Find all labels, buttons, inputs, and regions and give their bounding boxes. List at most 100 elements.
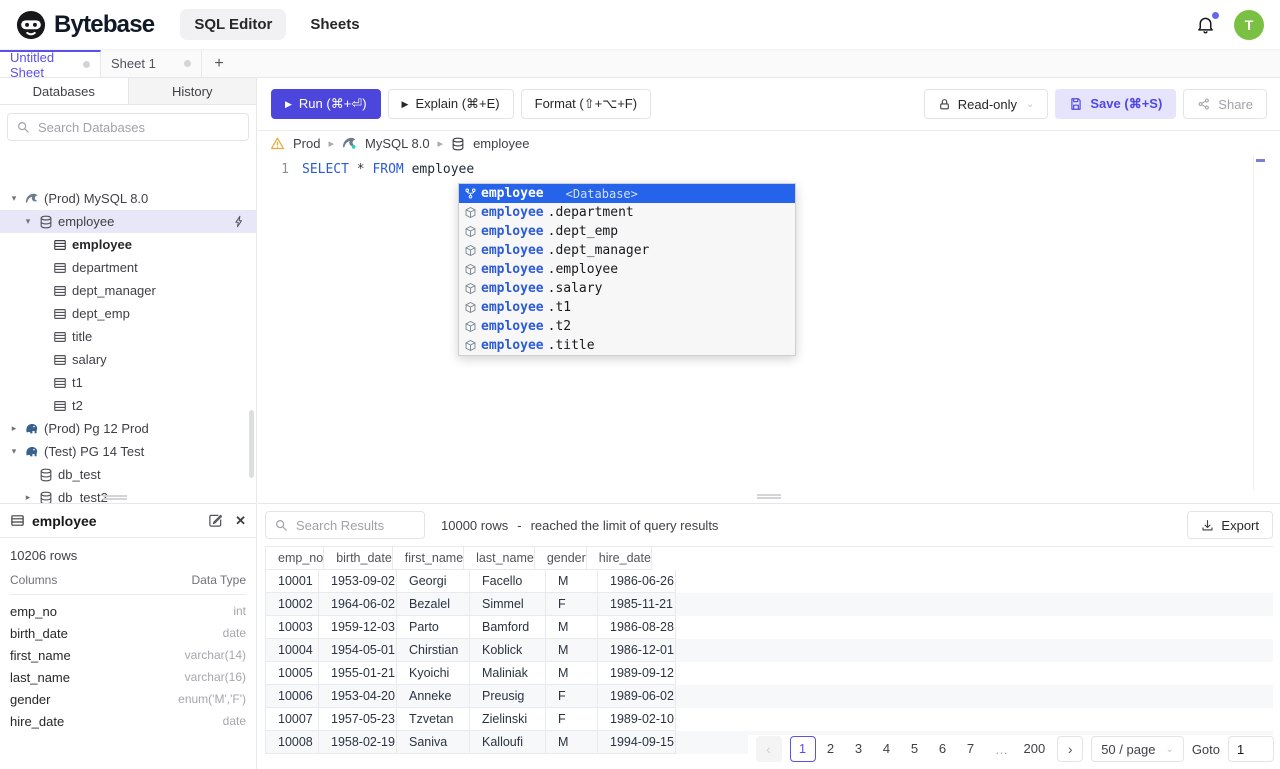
share-button[interactable]: Share <box>1183 89 1267 119</box>
cell-gender[interactable]: F <box>546 593 598 616</box>
cell-last-name[interactable]: Koblick <box>470 639 546 662</box>
page-number[interactable]: 4 <box>874 736 900 762</box>
cell-emp-no[interactable]: 10002 <box>266 593 319 616</box>
cell-hire-date[interactable]: 1986-12-01 <box>598 639 676 662</box>
autocomplete-item[interactable]: employee <Database> <box>459 184 795 203</box>
autocomplete-item[interactable]: employee .salary <box>459 279 795 298</box>
autocomplete-item[interactable]: employee .dept_manager <box>459 241 795 260</box>
tree-item-table-dept-emp[interactable]: dept_emp <box>0 302 256 325</box>
cell-emp-no[interactable]: 10008 <box>266 731 319 754</box>
cell-birth-date[interactable]: 1955-01-21 <box>319 662 397 685</box>
sql-code-editor[interactable]: 1 SELECT * FROM employee employee <Datab… <box>258 156 1280 490</box>
cell-first-name[interactable]: Anneke <box>397 685 470 708</box>
tab-history[interactable]: History <box>128 78 256 104</box>
cell-hire-date[interactable]: 1986-08-28 <box>598 616 676 639</box>
cell-last-name[interactable]: Bamford <box>470 616 546 639</box>
tab-databases[interactable]: Databases <box>0 78 129 104</box>
cell-first-name[interactable]: Kyoichi <box>397 662 470 685</box>
nav-sheets[interactable]: Sheets <box>296 9 373 40</box>
tree-item-mysql-instance[interactable]: ▾ (Prod) MySQL 8.0 <box>0 187 256 210</box>
cell-last-name[interactable]: Simmel <box>470 593 546 616</box>
cell-first-name[interactable]: Tzvetan <box>397 708 470 731</box>
page-number-last[interactable]: 200 <box>1020 736 1050 762</box>
avatar[interactable]: T <box>1234 9 1264 40</box>
tree-item-table-t1[interactable]: t1 <box>0 371 256 394</box>
sidebar-scrollbar[interactable] <box>249 410 254 478</box>
cell-emp-no[interactable]: 10001 <box>266 570 319 593</box>
column-header[interactable]: emp_no <box>266 547 325 570</box>
tree-item-table-dept-manager[interactable]: dept_manager <box>0 279 256 302</box>
column-header[interactable]: birth_date <box>324 547 393 570</box>
tree-item-db-test[interactable]: db_test <box>0 463 256 486</box>
prev-page-button[interactable]: ‹ <box>755 736 782 762</box>
cell-hire-date[interactable]: 1989-06-02 <box>598 685 676 708</box>
autocomplete-item[interactable]: employee .t1 <box>459 298 795 317</box>
cell-hire-date[interactable]: 1989-02-10 <box>598 708 676 731</box>
search-databases-input[interactable] <box>36 118 240 136</box>
cell-birth-date[interactable]: 1953-09-02 <box>319 570 397 593</box>
breadcrumb-instance[interactable]: MySQL 8.0 <box>365 136 430 151</box>
next-page-button[interactable]: › <box>1057 736 1084 762</box>
tree-item-table-t2[interactable]: t2 <box>0 394 256 417</box>
search-results-input[interactable] <box>294 516 416 534</box>
column-header[interactable]: gender <box>534 547 587 570</box>
column-header[interactable]: last_name <box>464 547 535 570</box>
cell-emp-no[interactable]: 10006 <box>266 685 319 708</box>
cell-gender[interactable]: F <box>546 708 598 731</box>
tree-item-pg14-instance[interactable]: ▾ (Test) PG 14 Test <box>0 440 256 463</box>
autocomplete-item[interactable]: employee .title <box>459 336 795 355</box>
edit-icon[interactable] <box>208 513 223 528</box>
cell-gender[interactable]: M <box>546 662 598 685</box>
cell-emp-no[interactable]: 10003 <box>266 616 319 639</box>
tree-item-employee-database[interactable]: ▾ employee <box>0 210 256 233</box>
cell-emp-no[interactable]: 10005 <box>266 662 319 685</box>
tree-item-pg12-instance[interactable]: ▸ (Prod) Pg 12 Prod <box>0 417 256 440</box>
cell-hire-date[interactable]: 1985-11-21 <box>598 593 676 616</box>
cell-birth-date[interactable]: 1953-04-20 <box>319 685 397 708</box>
page-size-select[interactable]: 50 / page ⌄ <box>1091 736 1184 762</box>
cell-emp-no[interactable]: 10004 <box>266 639 319 662</box>
cell-hire-date[interactable]: 1986-06-26 <box>598 570 676 593</box>
breadcrumb-environment[interactable]: Prod <box>293 136 320 151</box>
cell-last-name[interactable]: Maliniak <box>470 662 546 685</box>
run-button[interactable]: ▶ Run (⌘+⏎) <box>271 89 381 119</box>
column-header[interactable]: hire_date <box>586 547 652 570</box>
cell-birth-date[interactable]: 1954-05-01 <box>319 639 397 662</box>
cell-hire-date[interactable]: 1994-09-15 <box>598 731 676 754</box>
cell-gender[interactable]: M <box>546 639 598 662</box>
cell-first-name[interactable]: Bezalel <box>397 593 470 616</box>
page-number[interactable]: 3 <box>846 736 872 762</box>
explain-button[interactable]: ▶ Explain (⌘+E) <box>387 89 514 119</box>
cell-gender[interactable]: M <box>546 731 598 754</box>
page-number[interactable]: 6 <box>930 736 956 762</box>
cell-last-name[interactable]: Facello <box>470 570 546 593</box>
tree-item-table-title[interactable]: title <box>0 325 256 348</box>
add-sheet-button[interactable]: + <box>202 50 236 77</box>
export-button[interactable]: Export <box>1187 511 1273 539</box>
cell-first-name[interactable]: Chirstian <box>397 639 470 662</box>
goto-page-input[interactable] <box>1228 736 1274 762</box>
cell-birth-date[interactable]: 1958-02-19 <box>319 731 397 754</box>
tree-item-table-salary[interactable]: salary <box>0 348 256 371</box>
page-number[interactable]: 1 <box>789 736 816 762</box>
cell-birth-date[interactable]: 1959-12-03 <box>319 616 397 639</box>
autocomplete-item[interactable]: employee .dept_emp <box>459 222 795 241</box>
editor-minimap[interactable] <box>1253 156 1268 490</box>
breadcrumb-database[interactable]: employee <box>473 136 529 151</box>
autocomplete-item[interactable]: employee .department <box>459 203 795 222</box>
cell-last-name[interactable]: Kalloufi <box>470 731 546 754</box>
cell-first-name[interactable]: Georgi <box>397 570 470 593</box>
column-header[interactable]: first_name <box>392 547 465 570</box>
notification-bell-button[interactable] <box>1195 11 1220 35</box>
cell-birth-date[interactable]: 1957-05-23 <box>319 708 397 731</box>
page-number[interactable]: 2 <box>818 736 844 762</box>
sheet-tab-untitled[interactable]: Untitled Sheet <box>0 50 101 80</box>
page-number[interactable]: 5 <box>902 736 928 762</box>
close-icon[interactable]: ✕ <box>235 513 246 529</box>
nav-sql-editor[interactable]: SQL Editor <box>180 9 287 40</box>
cell-gender[interactable]: M <box>546 616 598 639</box>
cell-gender[interactable]: F <box>546 685 598 708</box>
cell-first-name[interactable]: Parto <box>397 616 470 639</box>
splitter-drag-handle[interactable] <box>757 494 781 499</box>
sheet-tab-sheet1[interactable]: Sheet 1 <box>101 50 202 77</box>
